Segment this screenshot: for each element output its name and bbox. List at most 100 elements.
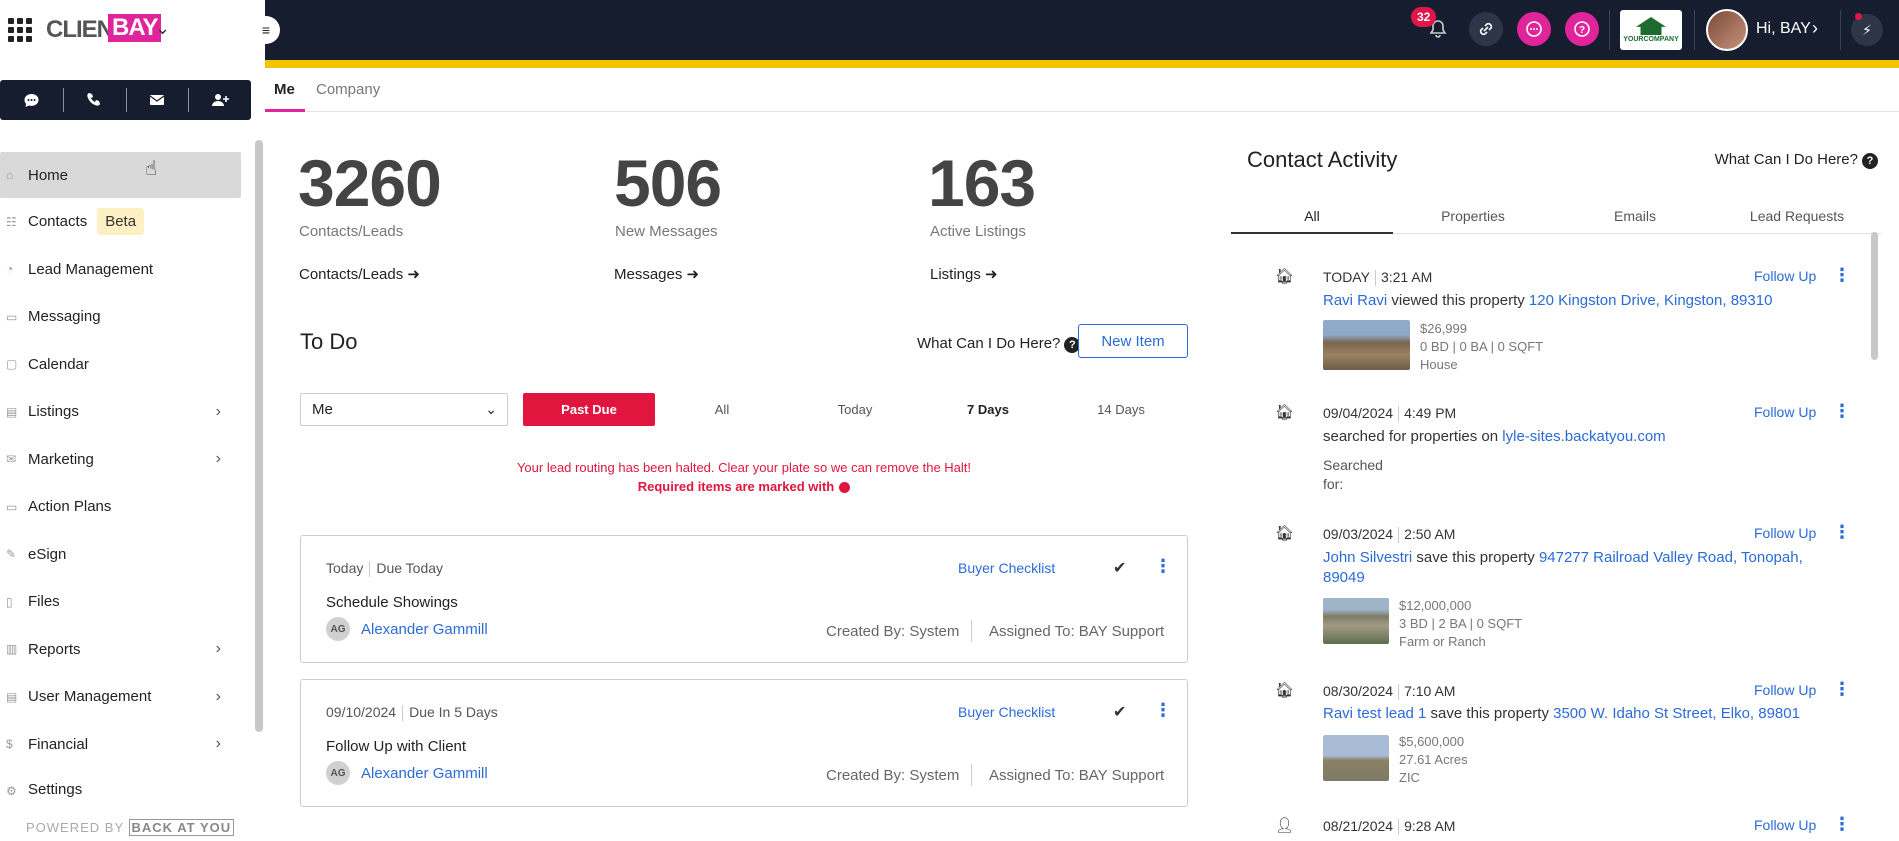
buyer-checklist-link[interactable]: Buyer Checklist — [958, 560, 1055, 576]
property-thumbnail[interactable] — [1323, 320, 1410, 370]
filter-all[interactable]: All — [656, 393, 788, 426]
collapse-sidebar-icon[interactable]: ≡ — [252, 16, 280, 44]
sidebar-item-home[interactable]: ⌂ Home — [0, 152, 241, 198]
more-options-icon[interactable]: ⋮ — [1833, 679, 1851, 700]
brand-chevron-down-icon[interactable]: ⌄ — [155, 18, 170, 39]
contact-link[interactable]: Alexander Gammill — [361, 765, 488, 782]
complete-check-icon[interactable]: ✔ — [1113, 558, 1126, 578]
messages-link[interactable]: Messages ➜ — [614, 265, 699, 283]
powered-by: POWERED BY BACK AT YOU — [26, 819, 235, 836]
message-icon: ▭ — [6, 309, 18, 324]
filter-7-days[interactable]: 7 Days — [922, 393, 1054, 426]
chevron-right-icon[interactable]: › — [1812, 18, 1818, 39]
user-avatar[interactable] — [1706, 9, 1748, 51]
avatar: AG — [326, 761, 350, 785]
company-logo[interactable]: YOURCOMPANY — [1620, 10, 1682, 50]
filter-today[interactable]: Today — [789, 393, 921, 426]
sidebar-item-esign[interactable]: ✎ eSign — [0, 531, 245, 579]
sidebar-item-marketing[interactable]: ✉ Marketing › — [0, 436, 245, 484]
follow-up-link[interactable]: Follow Up — [1754, 525, 1816, 541]
more-options-icon[interactable]: ⋮ — [1154, 700, 1172, 721]
sidebar-item-label: Action Plans — [28, 498, 112, 516]
tab-emails[interactable]: Emails — [1555, 208, 1715, 224]
property-link[interactable]: 120 Kingston Drive, Kingston, 89310 — [1529, 292, 1773, 309]
add-user-icon[interactable] — [188, 80, 251, 120]
searched-for-label: Searched for: — [1323, 457, 1383, 492]
created-by: Created By: System — [826, 767, 960, 784]
follow-up-link[interactable]: Follow Up — [1754, 682, 1816, 698]
owner-select[interactable]: Me ⌄ — [300, 393, 508, 426]
tab-company[interactable]: Company — [316, 81, 380, 98]
sidebar-item-calendar[interactable]: ▢ Calendar — [0, 341, 245, 389]
todo-card[interactable]: 09/10/2024 Due In 5 Days Buyer Checklist … — [300, 679, 1188, 807]
todo-card[interactable]: Today Due Today Buyer Checklist ✔ ⋮ Sched… — [300, 535, 1188, 663]
sidebar-item-reports[interactable]: ▥ Reports › — [0, 626, 245, 674]
filter-past-due[interactable]: Past Due — [523, 393, 655, 426]
contact-link[interactable]: Alexander Gammill — [361, 621, 488, 638]
follow-up-link[interactable]: Follow Up — [1754, 817, 1816, 833]
marketing-icon: ✉ — [6, 452, 17, 467]
property-link[interactable]: 3500 W. Idaho St Street, Elko, 89801 — [1553, 705, 1800, 722]
activity-scrollbar[interactable] — [1871, 232, 1878, 360]
phone-icon[interactable] — [62, 80, 126, 120]
tab-all[interactable]: All — [1232, 208, 1392, 224]
property-thumbnail[interactable] — [1323, 735, 1389, 781]
buyer-checklist-link[interactable]: Buyer Checklist — [958, 704, 1055, 720]
contact-link[interactable]: John Silvestri — [1323, 549, 1412, 566]
more-options-icon[interactable]: ⋮ — [1833, 265, 1851, 286]
owner-select-value: Me — [312, 401, 333, 418]
sidebar-item-messaging[interactable]: ▭ Messaging — [0, 293, 245, 341]
sidebar-item-financial[interactable]: $ Financial › — [0, 721, 245, 769]
assigned-to: Assigned To: BAY Support — [989, 623, 1165, 640]
listings-link[interactable]: Listings ➜ — [930, 265, 998, 283]
link-icon[interactable] — [1469, 12, 1503, 46]
user-greeting[interactable]: Hi, BAY — [1756, 20, 1811, 38]
sidebar-item-files[interactable]: ▯ Files — [0, 578, 245, 626]
contact-link[interactable]: Ravi Ravi — [1323, 292, 1387, 309]
property-link[interactable]: 947277 Railroad Valley Road, Tonopah, — [1539, 549, 1803, 566]
tab-properties[interactable]: Properties — [1393, 208, 1553, 224]
more-options-icon[interactable]: ⋮ — [1154, 556, 1172, 577]
todo-date: Today Due Today — [326, 560, 444, 578]
apps-grid-icon[interactable] — [8, 18, 32, 42]
divider — [971, 764, 972, 786]
sidebar-item-label: Reports — [28, 640, 81, 658]
complete-check-icon[interactable]: ✔ — [1113, 702, 1126, 722]
help-icon[interactable]: ? — [1565, 12, 1599, 46]
sidebar-item-listings[interactable]: ▤ Listings › — [0, 388, 245, 436]
new-item-button[interactable]: New Item — [1078, 324, 1188, 358]
tab-lead-requests[interactable]: Lead Requests — [1717, 208, 1877, 224]
mail-icon[interactable] — [125, 80, 189, 120]
house-logo-icon — [1636, 17, 1666, 35]
sidebar-scrollbar[interactable] — [255, 140, 263, 732]
esign-icon: ✎ — [6, 547, 17, 562]
home-icon: ⌂ — [6, 168, 14, 182]
sidebar-item-contacts[interactable]: ☷ Contacts Beta — [0, 198, 245, 246]
sidebar-item-user-management[interactable]: ▤ User Management › — [0, 673, 245, 721]
more-options-icon[interactable]: ⋮ — [1833, 401, 1851, 422]
active-tab-indicator — [1231, 232, 1393, 234]
todo-title-text: Follow Up with Client — [326, 738, 467, 755]
follow-up-link[interactable]: Follow Up — [1754, 268, 1816, 284]
powered-by-label: POWERED BY — [26, 820, 124, 835]
more-options-icon[interactable]: ⋮ — [1833, 814, 1851, 835]
chevron-right-icon: › — [215, 640, 221, 658]
sidebar-item-label: Financial — [28, 735, 89, 753]
site-link[interactable]: lyle-sites.backatyou.com — [1502, 428, 1665, 445]
filter-14-days[interactable]: 14 Days — [1055, 393, 1187, 426]
brand-logo-bay: BAY — [108, 14, 162, 42]
contact-link[interactable]: Ravi test lead 1 — [1323, 705, 1426, 722]
more-options-icon[interactable]: ⋮ — [1833, 522, 1851, 543]
activity-help-link[interactable]: What Can I Do Here?? — [1405, 151, 1878, 169]
sidebar-item-lead-management[interactable]: ◔ Lead Management — [0, 246, 245, 294]
property-thumbnail[interactable] — [1323, 598, 1389, 644]
follow-up-link[interactable]: Follow Up — [1754, 404, 1816, 420]
property-link-zip[interactable]: 89049 — [1323, 569, 1365, 586]
chat-bubble-icon[interactable] — [1517, 12, 1551, 46]
sidebar-item-action-plans[interactable]: ▭ Action Plans — [0, 483, 245, 531]
sidebar-item-settings[interactable]: ⚙ Settings — [0, 768, 245, 798]
contacts-link[interactable]: Contacts/Leads ➜ — [299, 265, 420, 283]
todo-help-link[interactable]: What Can I Do Here?? — [917, 335, 1081, 353]
chat-icon[interactable] — [0, 80, 63, 120]
tab-me[interactable]: Me — [274, 81, 295, 98]
